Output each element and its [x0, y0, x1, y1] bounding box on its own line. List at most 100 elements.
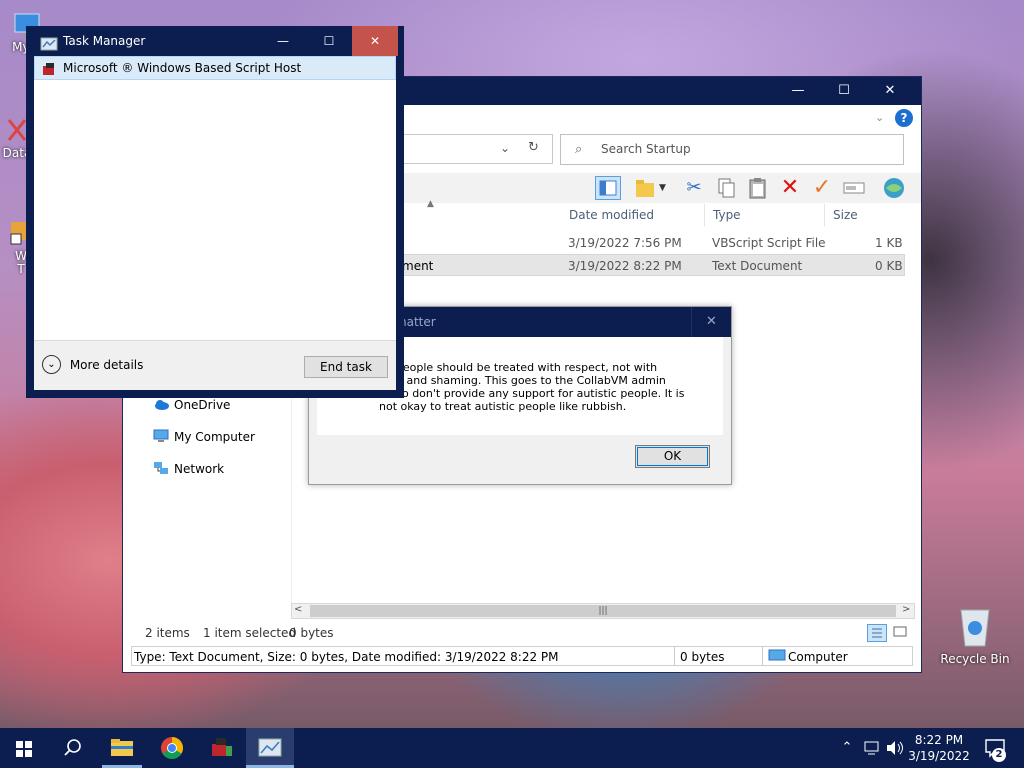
chrome-icon [161, 737, 183, 759]
globe-icon[interactable] [881, 176, 907, 200]
file-row-selected[interactable]: ment 3/19/2022 8:22 PM Text Document 0 K… [402, 254, 905, 276]
process-row[interactable]: Microsoft ® Windows Based Script Host [34, 56, 396, 80]
nav-item-onedrive[interactable]: OneDrive [153, 395, 230, 415]
show-hidden-icons-icon[interactable]: ⌃ [838, 728, 856, 768]
network-tray-icon[interactable] [862, 728, 882, 768]
details-bar: Type: Text Document, Size: 0 bytes, Date… [131, 646, 913, 666]
process-name: Microsoft ® Windows Based Script Host [63, 61, 302, 75]
file-type: VBScript Script File [712, 236, 826, 250]
details-bytes: 0 bytes [680, 650, 725, 664]
clock-date: 3/19/2022 [908, 749, 970, 763]
folder-icon [111, 739, 133, 756]
details-view-icon[interactable] [867, 624, 887, 642]
search-icon: ⌕ [575, 142, 583, 157]
volume-icon[interactable] [884, 728, 906, 768]
nav-item-network[interactable]: Network [153, 459, 224, 479]
close-button[interactable]: ✕ [352, 26, 398, 56]
file-date: 3/19/2022 7:56 PM [568, 236, 682, 250]
task-manager-footer: ⌄ More details End task [34, 340, 396, 390]
clock-time: 8:22 PM [914, 733, 964, 747]
details-divider [762, 647, 763, 665]
ribbon-expand-icon[interactable]: ⌄ [875, 111, 884, 124]
file-row[interactable]: 3/19/2022 7:56 PM VBScript Script File 1… [403, 232, 905, 254]
minimize-button[interactable]: — [260, 26, 306, 56]
taskbar: ⌃ 8:22 PM 3/19/2022 2 [0, 728, 1024, 768]
status-selected: 1 item selected [203, 626, 297, 640]
dialog-message: tic people should be treated with respec… [379, 361, 685, 413]
address-bar[interactable]: ⌄ ↻ [403, 134, 553, 164]
taskbar-chrome[interactable] [148, 728, 196, 768]
dialog-title: natter [399, 315, 436, 329]
close-icon[interactable]: ✕ [691, 307, 731, 337]
cut-icon[interactable]: ✂ [681, 176, 707, 200]
nav-item-my-computer[interactable]: My Computer [153, 427, 255, 447]
close-button[interactable]: ✕ [867, 77, 913, 105]
copy-icon[interactable] [713, 176, 739, 200]
large-icons-view-icon[interactable] [891, 624, 911, 642]
status-item-count: 2 items [145, 626, 190, 640]
scroll-left-icon[interactable]: < [294, 604, 302, 615]
task-manager-client: Microsoft ® Windows Based Script Host ⌄ … [34, 56, 396, 390]
file-size: 1 KB [875, 236, 903, 250]
details-location: Computer [788, 650, 848, 664]
taskbar-script-host[interactable] [198, 728, 246, 768]
details-info: Type: Text Document, Size: 0 bytes, Date… [134, 650, 559, 664]
computer-icon [153, 429, 169, 443]
more-details-label: More details [69, 357, 144, 372]
taskbar-file-explorer[interactable] [98, 728, 146, 768]
start-button[interactable] [0, 728, 48, 768]
status-bytes: 0 bytes [289, 626, 334, 640]
search-input[interactable]: ⌕ Search Startup [560, 134, 904, 165]
recycle-bin-icon [955, 604, 995, 648]
notification-badge: 2 [992, 748, 1006, 762]
taskbar-task-manager[interactable] [246, 728, 294, 768]
details-divider [674, 647, 675, 665]
paste-icon[interactable] [745, 176, 771, 200]
desktop-icon-label: Recycle Bin [940, 652, 1010, 666]
search-placeholder: Search Startup [601, 142, 691, 156]
task-manager-titlebar[interactable]: Task Manager — ☐ ✕ [26, 26, 404, 56]
new-folder-icon[interactable] [633, 176, 659, 200]
search-button[interactable] [48, 728, 96, 768]
refresh-icon[interactable]: ↻ [528, 140, 539, 155]
chevron-down-icon[interactable]: ⌄ [500, 141, 510, 155]
preview-pane-icon[interactable] [595, 176, 621, 200]
cloud-icon [153, 397, 169, 411]
scrollbar-thumb[interactable]: ||| [310, 605, 896, 617]
file-name: ment [402, 259, 434, 273]
sort-arrow-icon: ▲ [427, 199, 434, 209]
script-host-icon [212, 738, 232, 756]
column-header-type[interactable]: Type [707, 204, 825, 226]
chevron-down-circle-icon: ⌄ [42, 355, 61, 374]
maximize-button[interactable]: ☐ [821, 77, 867, 105]
search-icon [64, 739, 81, 756]
task-manager-window[interactable]: Task Manager — ☐ ✕ Microsoft ® Windows B… [26, 26, 404, 398]
column-header-date-modified[interactable]: Date modified [563, 204, 705, 226]
minimize-button[interactable]: — [775, 77, 821, 105]
desktop-icon-recycle-bin[interactable]: Recycle Bin [938, 604, 1012, 666]
file-type: Text Document [712, 259, 803, 273]
computer-icon [768, 649, 786, 669]
script-host-icon [41, 61, 57, 83]
task-manager-icon [258, 738, 282, 757]
properties-check-icon[interactable]: ✓ [809, 176, 835, 200]
column-header-size[interactable]: Size [827, 204, 905, 226]
network-icon [153, 461, 169, 475]
file-date: 3/19/2022 8:22 PM [568, 259, 682, 273]
rename-icon[interactable] [841, 176, 867, 200]
end-task-button[interactable]: End task [304, 356, 388, 378]
windows-logo-icon [16, 741, 32, 757]
clock[interactable]: 8:22 PM 3/19/2022 [906, 728, 972, 768]
action-center-button[interactable]: 2 [982, 728, 1016, 768]
file-size: 0 KB [875, 259, 903, 273]
scroll-right-icon[interactable]: > [902, 604, 910, 615]
delete-icon[interactable]: ✕ [777, 176, 803, 200]
status-bar: 2 items 1 item selected 0 bytes [123, 622, 921, 644]
horizontal-scrollbar[interactable]: < ||| > [291, 603, 915, 619]
help-icon[interactable]: ? [895, 109, 913, 127]
maximize-button[interactable]: ☐ [306, 26, 352, 56]
more-details-toggle[interactable]: ⌄ More details [42, 355, 143, 374]
dropdown-arrow-icon[interactable]: ▼ [659, 176, 671, 200]
ok-button[interactable]: OK [635, 445, 710, 468]
task-manager-title: Task Manager [63, 34, 146, 48]
